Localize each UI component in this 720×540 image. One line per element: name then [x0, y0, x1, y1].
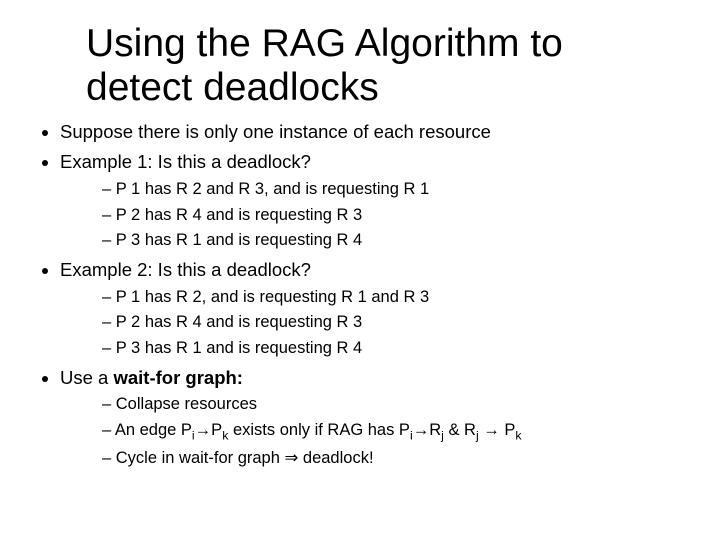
- bullet-bold: wait-for graph:: [113, 367, 243, 388]
- bullet-pre: Use a: [60, 367, 113, 388]
- sub-item: P 3 has R 1 and is requesting R 4: [102, 230, 684, 252]
- bullet-list: Suppose there is only one instance of ea…: [36, 120, 684, 469]
- sublist: P 1 has R 2 and R 3, and is requesting R…: [60, 179, 684, 252]
- t: →P: [195, 421, 223, 439]
- slide-title: Using the RAG Algorithm to detect deadlo…: [86, 22, 700, 109]
- sub-item: Cycle in wait-for graph ⇒ deadlock!: [102, 448, 684, 470]
- sublist: Collapse resources An edge Pi→Pk exists …: [60, 394, 684, 469]
- bullet-text: Example 2: Is this a deadlock?: [60, 259, 311, 280]
- sub-item-edge: An edge Pi→Pk exists only if RAG has Pi→…: [102, 420, 684, 444]
- sublist: P 1 has R 2, and is requesting R 1 and R…: [60, 287, 684, 360]
- t: → P: [479, 421, 516, 439]
- sub-text: Cycle in wait-for graph ⇒ deadlock!: [116, 449, 374, 467]
- bullet-text: Suppose there is only one instance of ea…: [60, 121, 491, 142]
- sub-text: P 3 has R 1 and is requesting R 4: [116, 231, 362, 249]
- sub-item: P 2 has R 4 and is requesting R 3: [102, 205, 684, 227]
- title-line-1: Using the RAG Algorithm to: [86, 22, 563, 65]
- title-line-2: detect deadlocks: [86, 66, 379, 109]
- sub-item: P 1 has R 2, and is requesting R 1 and R…: [102, 287, 684, 309]
- t: exists only if RAG has P: [228, 421, 410, 439]
- sub-text: P 2 has R 4 and is requesting R 3: [116, 206, 362, 224]
- sub-k: k: [515, 428, 521, 442]
- sub-item: Collapse resources: [102, 394, 684, 416]
- sub-item: P 2 has R 4 and is requesting R 3: [102, 312, 684, 334]
- bullet-suppose: Suppose there is only one instance of ea…: [60, 120, 684, 144]
- sub-item: P 3 has R 1 and is requesting R 4: [102, 338, 684, 360]
- slide: Using the RAG Algorithm to detect deadlo…: [0, 0, 720, 540]
- sub-text: P 2 has R 4 and is requesting R 3: [116, 313, 362, 331]
- bullet-waitfor: Use a wait-for graph: Collapse resources…: [60, 366, 684, 470]
- sub-text: P 3 has R 1 and is requesting R 4: [116, 339, 362, 357]
- t: An edge P: [115, 421, 192, 439]
- sub-item: P 1 has R 2 and R 3, and is requesting R…: [102, 179, 684, 201]
- sub-text: P 1 has R 2 and R 3, and is requesting R…: [116, 180, 429, 198]
- bullet-example2: Example 2: Is this a deadlock? P 1 has R…: [60, 258, 684, 360]
- bullet-example1: Example 1: Is this a deadlock? P 1 has R…: [60, 150, 684, 252]
- sub-text: P 1 has R 2, and is requesting R 1 and R…: [116, 288, 429, 306]
- t: & R: [444, 421, 476, 439]
- slide-body: Suppose there is only one instance of ea…: [36, 120, 684, 475]
- bullet-text: Example 1: Is this a deadlock?: [60, 151, 311, 172]
- t: →R: [413, 421, 441, 439]
- sub-text: Collapse resources: [116, 395, 257, 413]
